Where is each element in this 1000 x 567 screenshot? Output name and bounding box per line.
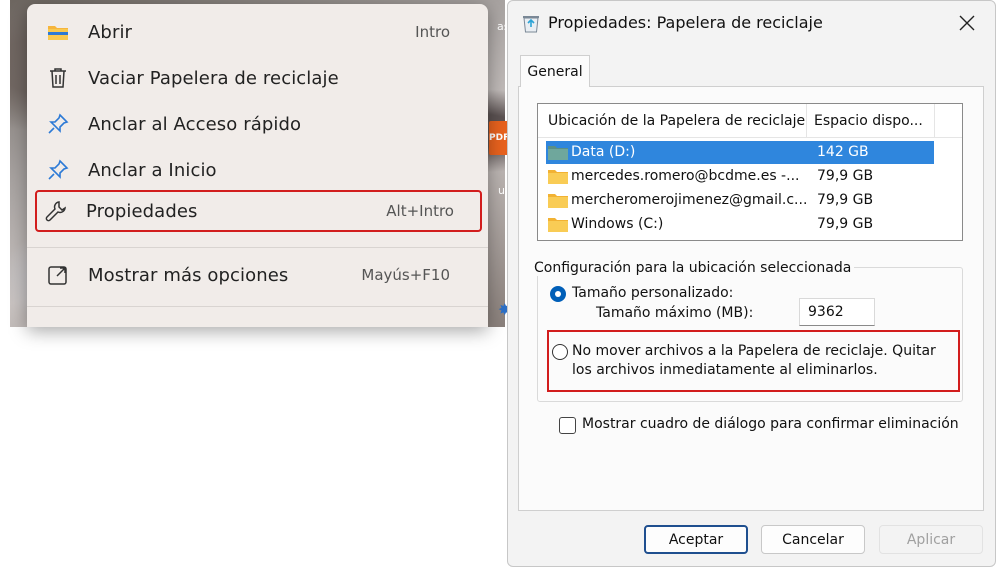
- folder-icon: [548, 216, 568, 232]
- menu-item-anclar-inicio[interactable]: Anclar a Inicio: [39, 151, 476, 189]
- list-item[interactable]: Windows (C:) 79,9 GB: [546, 213, 934, 236]
- menu-item-vaciar-papelera[interactable]: Vaciar Papelera de reciclaje: [39, 59, 476, 97]
- list-header: Ubicación de la Papelera de reciclaje Es…: [538, 104, 962, 138]
- properties-dialog: Propiedades: Papelera de reciclaje Gener…: [507, 0, 996, 567]
- menu-item-mostrar-mas-opciones[interactable]: Mostrar más opciones Mayús+F10: [39, 256, 476, 294]
- location-list[interactable]: Ubicación de la Papelera de reciclaje Es…: [537, 103, 963, 241]
- desktop-pdf-icon[interactable]: PDF: [489, 121, 509, 155]
- column-header-location[interactable]: Ubicación de la Papelera de reciclaje: [548, 113, 805, 129]
- wrench-icon: [45, 200, 67, 222]
- dialog-title-bar[interactable]: Propiedades: Papelera de reciclaje: [508, 1, 995, 45]
- menu-separator: [27, 247, 488, 248]
- recycle-bin-icon: [522, 13, 540, 33]
- menu-separator: [27, 306, 488, 307]
- trash-icon: [47, 67, 69, 89]
- folder-icon: [548, 168, 568, 184]
- menu-item-label: Vaciar Papelera de reciclaje: [88, 67, 339, 89]
- location-space: 79,9 GB: [817, 216, 874, 232]
- screenshot-stage: as PDF utu ✸ Abrir Intro Vaciar Papelera…: [0, 0, 1000, 567]
- custom-size-label: Tamaño personalizado:: [572, 285, 734, 301]
- confirm-delete-checkbox[interactable]: [559, 417, 576, 434]
- no-move-label-line2: los archivos inmediatamente al eliminarl…: [572, 362, 878, 378]
- general-panel: Ubicación de la Papelera de reciclaje Es…: [518, 86, 984, 511]
- location-name: mercedes.romero@bcdme.es -...: [571, 168, 800, 184]
- menu-item-shortcut: Mayús+F10: [361, 266, 450, 284]
- ok-button[interactable]: Aceptar: [644, 525, 748, 554]
- menu-item-anclar-acceso-rapido[interactable]: Anclar al Acceso rápido: [39, 105, 476, 143]
- menu-item-propiedades[interactable]: Propiedades Alt+Intro: [35, 190, 482, 232]
- list-item[interactable]: mercheromerojimenez@gmail.c... 79,9 GB: [546, 189, 934, 212]
- group-title: Configuración para la ubicación seleccio…: [531, 260, 855, 276]
- location-name: Data (D:): [571, 144, 636, 160]
- location-space: 79,9 GB: [817, 192, 874, 208]
- highlight-box: [547, 330, 960, 392]
- menu-item-label: Mostrar más opciones: [88, 264, 289, 286]
- pin-icon: [47, 113, 69, 135]
- menu-item-shortcut: Intro: [415, 23, 450, 41]
- folder-icon: [47, 21, 69, 43]
- column-header-space[interactable]: Espacio dispo...: [814, 113, 923, 129]
- cancel-button[interactable]: Cancelar: [761, 525, 865, 554]
- folder-icon: [548, 144, 568, 160]
- no-move-radio[interactable]: [552, 344, 568, 360]
- apply-button[interactable]: Aplicar: [879, 525, 983, 554]
- context-menu: Abrir Intro Vaciar Papelera de reciclaje…: [27, 4, 488, 327]
- no-move-label-line1: No mover archivos a la Papelera de recic…: [572, 343, 936, 359]
- custom-size-radio[interactable]: [550, 286, 566, 302]
- folder-icon: [548, 192, 568, 208]
- list-item[interactable]: mercedes.romero@bcdme.es -... 79,9 GB: [546, 165, 934, 188]
- confirm-delete-label: Mostrar cuadro de diálogo para confirmar…: [582, 416, 959, 432]
- max-size-input[interactable]: 9362: [799, 298, 875, 326]
- share-icon: [47, 264, 69, 286]
- location-space: 142 GB: [817, 144, 869, 160]
- close-icon[interactable]: [955, 11, 979, 35]
- column-divider: [806, 104, 807, 138]
- column-divider: [934, 104, 935, 138]
- menu-item-shortcut: Alt+Intro: [386, 202, 454, 220]
- menu-item-label: Abrir: [88, 21, 133, 43]
- tab-general[interactable]: General: [520, 55, 590, 87]
- dialog-title: Propiedades: Papelera de reciclaje: [548, 13, 823, 32]
- list-item[interactable]: Data (D:) 142 GB: [546, 141, 934, 164]
- location-name: Windows (C:): [571, 216, 664, 232]
- max-size-label: Tamaño máximo (MB):: [596, 305, 754, 321]
- menu-item-label: Anclar al Acceso rápido: [88, 113, 302, 135]
- location-name: mercheromerojimenez@gmail.c...: [571, 192, 808, 208]
- menu-item-label: Anclar a Inicio: [88, 159, 217, 181]
- pin-icon: [47, 159, 69, 181]
- menu-item-abrir[interactable]: Abrir Intro: [39, 13, 476, 51]
- location-space: 79,9 GB: [817, 168, 874, 184]
- menu-item-label: Propiedades: [86, 200, 198, 222]
